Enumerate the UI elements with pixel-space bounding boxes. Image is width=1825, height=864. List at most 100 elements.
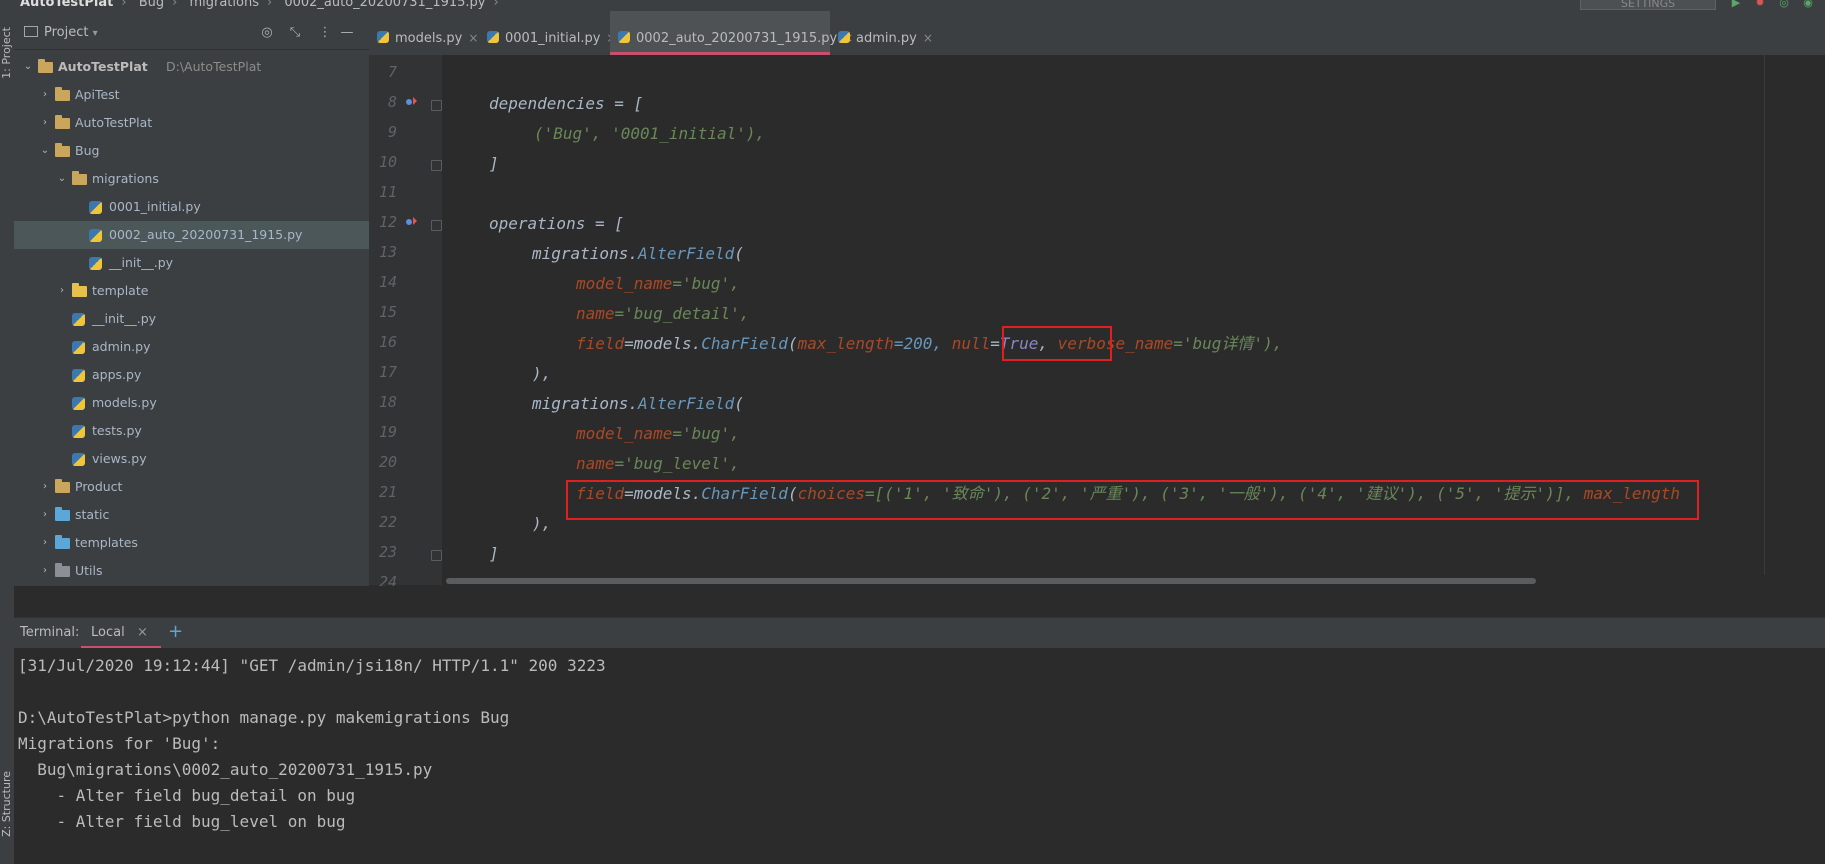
highlight-box-choices <box>566 480 1699 520</box>
override-marker-icon[interactable] <box>405 216 418 227</box>
chevron-right-icon[interactable]: › <box>56 277 68 305</box>
line-number: 23 <box>378 543 397 561</box>
breadcrumb-item-project[interactable]: AutoTestPlat <box>20 0 113 10</box>
tree-item-label: Product <box>75 479 123 494</box>
tree-item[interactable]: models.py <box>14 389 369 417</box>
scrollbar-thumb[interactable] <box>446 578 1536 584</box>
chevron-down-icon[interactable]: ⌄ <box>56 165 68 193</box>
code-token: ( <box>734 394 744 413</box>
close-icon[interactable]: × <box>468 31 478 45</box>
tree-item[interactable]: ⌄ Bug <box>14 137 369 165</box>
tab-local[interactable]: Local × <box>81 618 161 649</box>
tab-0002-auto-py[interactable]: 0002_auto_20200731_1915.py× <box>610 11 853 55</box>
tree-item[interactable]: › Utils <box>14 557 369 585</box>
python-file-icon <box>377 31 389 43</box>
collapse-all-icon[interactable]: ⤡ <box>287 25 303 41</box>
close-icon[interactable]: × <box>137 625 148 640</box>
terminal-line: - Alter field bug_detail on bug <box>18 786 356 805</box>
code-token: operations <box>489 214 586 233</box>
fold-marker-icon[interactable] <box>431 220 442 231</box>
highlight-box-null-true <box>1002 326 1112 361</box>
code-token: ='bug_detail', <box>614 304 750 323</box>
code-token: migrations. <box>532 244 638 263</box>
tree-item[interactable]: views.py <box>14 445 369 473</box>
fold-marker-icon[interactable] <box>431 160 442 171</box>
tree-item[interactable]: › template <box>14 277 369 305</box>
chevron-right-icon[interactable]: › <box>39 81 51 109</box>
code-token: field <box>576 334 625 353</box>
terminal-line: - Alter field bug_level on bug <box>18 812 346 831</box>
terminal-output[interactable]: [31/Jul/2020 19:12:44] "GET /admin/jsi18… <box>14 648 1825 864</box>
tree-item[interactable]: tests.py <box>14 417 369 445</box>
tree-item-label: AutoTestPlat <box>58 59 148 74</box>
folder-icon <box>72 283 87 297</box>
terminal-line: Migrations for 'Bug': <box>18 734 221 753</box>
tree-item[interactable]: › templates <box>14 529 369 557</box>
tree-item[interactable]: apps.py <box>14 361 369 389</box>
debug-icon[interactable]: ✹ <box>1754 0 1766 9</box>
chevron-down-icon[interactable]: ⌄ <box>22 53 34 81</box>
project-tool-button[interactable]: 1: Project <box>0 27 14 79</box>
profile-icon[interactable]: ◉ <box>1802 0 1814 9</box>
locate-icon[interactable]: ◎ <box>259 25 275 41</box>
tree-item[interactable]: __init__.py <box>14 305 369 333</box>
breadcrumb-item-file[interactable]: 0002_auto_20200731_1915.py <box>284 0 485 10</box>
project-view-selector[interactable]: Project ▾ <box>24 25 98 40</box>
code-line-13: migrations.AlterField( <box>532 239 744 269</box>
line-number: 15 <box>378 303 397 321</box>
chevron-right-icon[interactable]: › <box>39 473 51 501</box>
python-file-icon <box>89 257 102 270</box>
code-token: = [ <box>604 94 644 113</box>
code-editor[interactable]: dependencies = [ ('Bug', '0001_initial')… <box>442 55 1825 585</box>
line-number: 9 <box>387 123 397 141</box>
tree-item[interactable]: ⌄ migrations <box>14 165 369 193</box>
tab-label: 0002_auto_20200731_1915.py <box>636 31 838 46</box>
python-file-icon <box>72 453 85 466</box>
folder-icon <box>72 171 87 185</box>
line-number: 22 <box>378 513 397 531</box>
project-icon <box>24 26 38 37</box>
code-line-14: model_name='bug', <box>576 269 740 299</box>
code-token: AlterField <box>637 244 735 263</box>
breadcrumb-item-bug[interactable]: Bug <box>139 0 164 10</box>
fold-marker-icon[interactable] <box>431 100 442 111</box>
tree-item[interactable]: ⌄ AutoTestPlat D:\AutoTestPlat <box>14 53 369 81</box>
chevron-right-icon[interactable]: › <box>39 557 51 585</box>
tab-0001-initial-py[interactable]: 0001_initial.py× <box>487 11 616 55</box>
tree-item[interactable]: › Product <box>14 473 369 501</box>
tree-item-label: Bug <box>75 143 100 158</box>
tab-label: admin.py <box>856 31 917 46</box>
tab-admin-py[interactable]: admin.py × <box>838 11 933 55</box>
python-file-icon <box>72 313 85 326</box>
chevron-down-icon[interactable]: ⌄ <box>39 137 51 165</box>
tree-item[interactable]: › ApiTest <box>14 81 369 109</box>
python-file-icon <box>487 31 499 43</box>
tree-item[interactable]: 0001_initial.py <box>14 193 369 221</box>
fold-marker-icon[interactable] <box>431 550 442 561</box>
tab-models-py[interactable]: models.py × <box>377 11 478 55</box>
override-marker-icon[interactable] <box>405 96 418 107</box>
coverage-icon[interactable]: ◎ <box>1778 0 1790 9</box>
run-icon[interactable]: ▶ <box>1730 0 1742 9</box>
tree-item[interactable]: admin.py <box>14 333 369 361</box>
line-number: 11 <box>378 183 397 201</box>
tree-item[interactable]: › AutoTestPlat <box>14 109 369 137</box>
tree-item-label: migrations <box>92 171 159 186</box>
run-config-dropdown[interactable]: SETTINGS <box>1580 0 1716 10</box>
breadcrumb-item-migrations[interactable]: migrations <box>189 0 259 10</box>
add-icon[interactable]: + <box>168 621 183 642</box>
tree-item[interactable]: __init__.py <box>14 249 369 277</box>
structure-tool-button[interactable]: Z: Structure <box>0 771 14 837</box>
chevron-right-icon[interactable]: › <box>39 529 51 557</box>
tree-item-label: tests.py <box>92 423 142 438</box>
horizontal-scrollbar[interactable] <box>442 577 1825 586</box>
chevron-right-icon[interactable]: › <box>39 109 51 137</box>
code-token: model_name <box>576 274 673 293</box>
tree-item[interactable]: › static <box>14 501 369 529</box>
close-icon[interactable]: × <box>923 31 933 45</box>
chevron-right-icon[interactable]: › <box>39 501 51 529</box>
hide-icon[interactable]: — <box>339 25 355 41</box>
options-icon[interactable]: ⋮ <box>317 25 333 41</box>
code-line-9: ('Bug', '0001_initial'), <box>534 124 766 143</box>
tree-item[interactable]: 0002_auto_20200731_1915.py <box>14 221 369 249</box>
